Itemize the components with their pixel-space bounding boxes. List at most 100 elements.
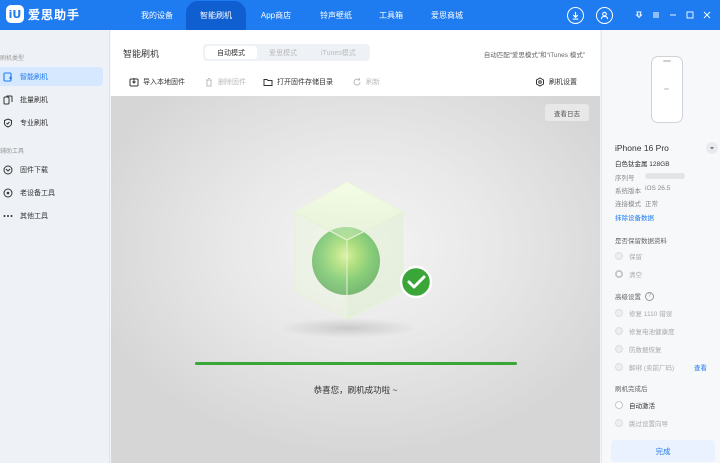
more-icon (3, 211, 13, 221)
main-nav: 我的设备 智能刷机 App商店 铃声壁纸 工具箱 爱思商城 (128, 0, 478, 30)
checkbox-fix-battery[interactable] (615, 327, 623, 335)
menu-icon[interactable] (649, 8, 663, 22)
option-keep[interactable]: 保留 (615, 251, 642, 261)
help-icon[interactable]: ? (645, 291, 654, 301)
option-skip-wizard[interactable]: 跳过设置向导 (615, 418, 668, 428)
toolbar: 导入本地固件 删除固件 打开固件存储目录 刷新 刷机设置 (123, 77, 588, 89)
option-auto-activate[interactable]: 自动激活 (615, 400, 655, 410)
nav-smart-flash[interactable]: 智能刷机 (186, 0, 246, 30)
checkbox-fix-1110[interactable] (615, 309, 623, 317)
app-logo: iU 爱思助手 (6, 5, 80, 23)
advanced-settings-title: 高级设置 ? (615, 291, 654, 301)
sidebar-item-label: 专业刷机 (20, 119, 48, 127)
erase-data-link[interactable]: 抹除设备数据 (615, 212, 654, 222)
radio-keep[interactable] (615, 252, 623, 260)
option-unbind[interactable]: 解绑 (卖前厂码) (615, 362, 674, 372)
nav-app-store[interactable]: App商店 (246, 0, 306, 30)
download-icon[interactable] (567, 6, 584, 24)
sidebar-item-smart-flash[interactable]: 智能刷机 (0, 67, 103, 86)
flash-settings-button[interactable]: 刷机设置 (535, 77, 577, 87)
option-label: 修复电池健康度 (629, 329, 675, 336)
sidebar: 刷机类型 智能刷机 批量刷机 专业刷机 辅助工具 固件下载 老设备工具 其他工具 (0, 30, 110, 463)
progress-bar (195, 362, 517, 365)
sidebar-item-label: 老设备工具 (20, 189, 55, 197)
done-button[interactable]: 完成 (611, 440, 715, 462)
radio-auto-activate[interactable] (615, 401, 623, 409)
close-icon[interactable] (700, 8, 714, 22)
connection-label: 连接模式 (615, 201, 641, 208)
device-switch-button[interactable] (706, 142, 718, 154)
sidebar-item-pro-flash[interactable]: 专业刷机 (0, 113, 103, 132)
option-clear[interactable]: 清空 (615, 269, 642, 279)
sidebar-item-label: 固件下载 (20, 166, 48, 174)
nav-label: 智能刷机 (200, 10, 232, 20)
main-panel: 智能刷机 自动模式 爱思模式 iTunes模式 自动匹配“爱思模式”和“iTun… (111, 30, 600, 463)
maximize-icon[interactable] (683, 8, 697, 22)
version-row: 系统版本 iOS 26.5 (615, 185, 670, 195)
option-label: 修复 1110 错误 (629, 311, 673, 318)
user-icon[interactable] (596, 6, 613, 24)
delete-firmware-button[interactable]: 删除固件 (204, 77, 246, 87)
option-label: 保留 (629, 254, 642, 261)
sidebar-item-batch-flash[interactable]: 批量刷机 (0, 90, 103, 109)
tool-label: 导入本地固件 (143, 79, 185, 86)
nav-label: 工具箱 (379, 10, 403, 20)
sidebar-item-firmware-download[interactable]: 固件下载 (0, 160, 103, 179)
device-panel: iPhone 16 Pro 白色钛金属 128GB 序列号 系统版本 iOS 2… (601, 30, 720, 463)
open-firmware-dir-button[interactable]: 打开固件存储目录 (263, 77, 333, 87)
pin-icon[interactable] (632, 8, 646, 22)
progress-fill (195, 362, 517, 365)
radio-skip-wizard[interactable] (615, 419, 623, 427)
tab-itunes-mode[interactable]: iTunes模式 (309, 46, 368, 59)
sidebar-section-flash: 刷机类型 (0, 56, 25, 62)
sidebar-item-label: 其他工具 (20, 212, 48, 220)
keep-data-title: 是否保留数据资料 (615, 238, 667, 245)
logo-icon: iU (6, 5, 24, 23)
sidebar-item-label: 批量刷机 (20, 96, 48, 104)
option-anti-recovery[interactable]: 防数据恢复 (615, 344, 662, 354)
pro-flash-icon (3, 117, 13, 128)
checkbox-unbind[interactable] (615, 363, 623, 371)
sidebar-item-other-tools[interactable]: 其他工具 (0, 206, 103, 225)
firmware-download-icon (3, 165, 13, 175)
tool-label: 刷新 (366, 79, 380, 86)
device-name: iPhone 16 Pro (615, 143, 669, 153)
nav-label: 爱思商城 (431, 10, 463, 20)
after-flash-title: 刷机完成后 (615, 386, 648, 393)
nav-my-device[interactable]: 我的设备 (128, 0, 186, 30)
nav-label: 铃声壁纸 (320, 10, 352, 20)
minimize-icon[interactable] (666, 8, 680, 22)
view-unbind-link[interactable]: 查看 (694, 362, 707, 372)
caret-down-icon (710, 147, 714, 150)
sidebar-item-old-device[interactable]: 老设备工具 (0, 183, 103, 202)
advanced-label: 高级设置 (615, 294, 641, 301)
phone-notch (663, 60, 671, 62)
version-value: iOS 26.5 (645, 185, 671, 192)
version-label: 系统版本 (615, 188, 641, 195)
tool-label: 刷机设置 (549, 79, 577, 86)
option-fix-1110[interactable]: 修复 1110 错误 (615, 308, 672, 318)
refresh-button[interactable]: 刷新 (352, 77, 380, 87)
nav-toolbox[interactable]: 工具箱 (366, 0, 416, 30)
nav-store[interactable]: 爱思商城 (416, 0, 478, 30)
option-label: 跳过设置向导 (629, 421, 668, 428)
old-device-icon (3, 188, 13, 198)
import-firmware-button[interactable]: 导入本地固件 (129, 77, 185, 87)
radio-clear[interactable] (615, 270, 623, 278)
auto-mode-note: 自动匹配“爱思模式”和“iTunes 模式” (483, 52, 585, 59)
import-icon (129, 77, 139, 87)
tab-i4-mode[interactable]: 爱思模式 (257, 46, 309, 59)
view-log-button[interactable]: 查看日志 (545, 104, 589, 121)
refresh-icon (352, 77, 362, 87)
sidebar-item-label: 智能刷机 (20, 73, 48, 81)
nav-ringtones[interactable]: 铃声壁纸 (306, 0, 366, 30)
serial-value-redacted (645, 173, 685, 179)
option-fix-battery[interactable]: 修复电池健康度 (615, 326, 675, 336)
smart-flash-icon (3, 71, 13, 82)
tool-label: 删除固件 (218, 79, 246, 86)
option-label: 防数据恢复 (629, 347, 662, 354)
checkbox-anti-recovery[interactable] (615, 345, 623, 353)
tab-auto-mode[interactable]: 自动模式 (205, 46, 257, 59)
flash-stage: 查看日志 恭喜您，刷机成功啦 ~ (111, 96, 600, 463)
nav-label: 我的设备 (141, 10, 173, 20)
